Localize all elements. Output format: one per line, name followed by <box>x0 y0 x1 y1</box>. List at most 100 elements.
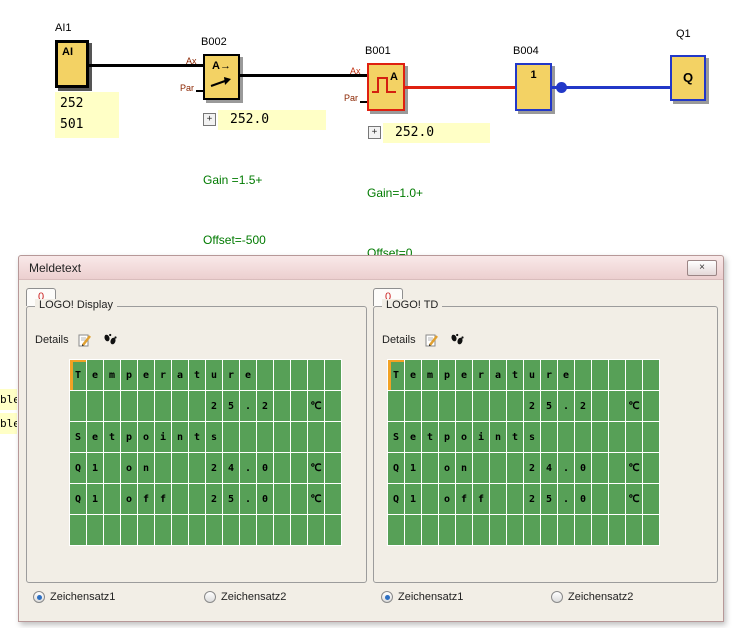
display-cell[interactable] <box>643 391 659 421</box>
display-cell[interactable] <box>575 515 591 545</box>
display-cell[interactable]: Q <box>70 453 86 483</box>
display-cell[interactable]: 2 <box>524 484 540 514</box>
display-cell[interactable] <box>87 515 103 545</box>
display-cell[interactable] <box>104 515 120 545</box>
edit-message-icon[interactable] <box>423 332 441 348</box>
display-cell[interactable]: . <box>240 453 256 483</box>
display-cell[interactable] <box>257 360 273 390</box>
display-cell[interactable]: . <box>558 453 574 483</box>
display-cell[interactable] <box>541 422 557 452</box>
display-cell[interactable]: 2 <box>206 453 222 483</box>
display-cell[interactable]: s <box>206 422 222 452</box>
display-cell[interactable]: m <box>422 360 438 390</box>
display-cell[interactable]: o <box>121 453 137 483</box>
display-cell[interactable] <box>456 515 472 545</box>
display-cell[interactable] <box>626 515 642 545</box>
display-cell[interactable] <box>626 360 642 390</box>
display-cell[interactable] <box>206 515 222 545</box>
display-cell[interactable]: 0 <box>575 453 591 483</box>
display-cell[interactable] <box>325 391 341 421</box>
radio-zeichensatz2-display[interactable]: Zeichensatz2 <box>204 590 286 604</box>
display-cell[interactable] <box>592 360 608 390</box>
display-cell[interactable]: n <box>172 422 188 452</box>
display-cell[interactable]: . <box>240 391 256 421</box>
display-cell[interactable] <box>172 453 188 483</box>
display-cell[interactable] <box>507 484 523 514</box>
display-cell[interactable] <box>104 453 120 483</box>
display-cell[interactable] <box>223 422 239 452</box>
display-cell[interactable] <box>87 391 103 421</box>
display-cell[interactable] <box>172 391 188 421</box>
display-cell[interactable]: r <box>541 360 557 390</box>
block-ai1[interactable]: AI <box>55 40 89 88</box>
display-cell[interactable] <box>558 422 574 452</box>
display-cell[interactable] <box>189 391 205 421</box>
display-cell[interactable]: o <box>138 422 154 452</box>
display-cell[interactable] <box>643 484 659 514</box>
display-cell[interactable] <box>325 484 341 514</box>
display-cell[interactable]: ℃ <box>626 391 642 421</box>
radio-zeichensatz1-display[interactable]: Zeichensatz1 <box>33 590 115 604</box>
display-cell[interactable] <box>223 515 239 545</box>
display-cell[interactable]: T <box>388 360 404 390</box>
display-cell[interactable] <box>575 360 591 390</box>
radio-zeichensatz2-td[interactable]: Zeichensatz2 <box>551 590 633 604</box>
display-cell[interactable] <box>490 391 506 421</box>
display-cell[interactable] <box>138 391 154 421</box>
display-cell[interactable]: ℃ <box>626 453 642 483</box>
display-cell[interactable] <box>422 515 438 545</box>
display-cell[interactable]: Q <box>70 484 86 514</box>
display-cell[interactable]: a <box>490 360 506 390</box>
display-cell[interactable]: Q <box>388 484 404 514</box>
display-cell[interactable] <box>70 391 86 421</box>
display-cell[interactable]: s <box>524 422 540 452</box>
display-cell[interactable]: Q <box>388 453 404 483</box>
display-cell[interactable] <box>308 515 324 545</box>
display-cell[interactable]: a <box>172 360 188 390</box>
display-cell[interactable] <box>405 515 421 545</box>
display-cell[interactable] <box>609 360 625 390</box>
display-cell[interactable] <box>643 422 659 452</box>
display-cell[interactable] <box>189 484 205 514</box>
display-cell[interactable] <box>558 515 574 545</box>
display-cell[interactable]: e <box>138 360 154 390</box>
display-cell[interactable] <box>439 515 455 545</box>
display-cell[interactable] <box>388 515 404 545</box>
display-cell[interactable] <box>70 515 86 545</box>
display-cell[interactable]: . <box>558 484 574 514</box>
display-cell[interactable]: p <box>121 360 137 390</box>
display-cell[interactable]: i <box>473 422 489 452</box>
special-chars-icon[interactable] <box>101 332 119 348</box>
display-cell[interactable] <box>490 453 506 483</box>
display-cell[interactable]: 1 <box>87 453 103 483</box>
display-cell[interactable] <box>325 515 341 545</box>
display-cell[interactable]: 5 <box>541 484 557 514</box>
display-cell[interactable]: u <box>206 360 222 390</box>
display-cell[interactable]: i <box>155 422 171 452</box>
display-cell[interactable]: f <box>456 484 472 514</box>
display-cell[interactable]: 2 <box>524 453 540 483</box>
display-cell[interactable]: S <box>388 422 404 452</box>
display-cell[interactable]: ℃ <box>308 484 324 514</box>
display-cell[interactable] <box>155 453 171 483</box>
display-cell[interactable] <box>524 515 540 545</box>
display-cell[interactable] <box>643 515 659 545</box>
display-cell[interactable]: . <box>558 391 574 421</box>
display-cell[interactable]: p <box>439 422 455 452</box>
display-cell[interactable] <box>308 422 324 452</box>
display-cell[interactable] <box>507 453 523 483</box>
display-cell[interactable]: r <box>155 360 171 390</box>
display-cell[interactable]: p <box>121 422 137 452</box>
display-cell[interactable] <box>592 484 608 514</box>
display-cell[interactable] <box>121 391 137 421</box>
display-cell[interactable] <box>291 391 307 421</box>
display-cell[interactable]: 5 <box>541 391 557 421</box>
display-cell[interactable]: . <box>240 484 256 514</box>
display-cell[interactable]: t <box>189 360 205 390</box>
block-q1-output[interactable]: Q <box>670 55 706 101</box>
display-cell[interactable]: n <box>456 453 472 483</box>
display-cell[interactable] <box>439 391 455 421</box>
display-cell[interactable] <box>257 515 273 545</box>
display-cell[interactable] <box>643 360 659 390</box>
message-td-grid[interactable]: Temperature25.2℃SetpointsQ1on24.0℃Q1off2… <box>387 359 660 546</box>
